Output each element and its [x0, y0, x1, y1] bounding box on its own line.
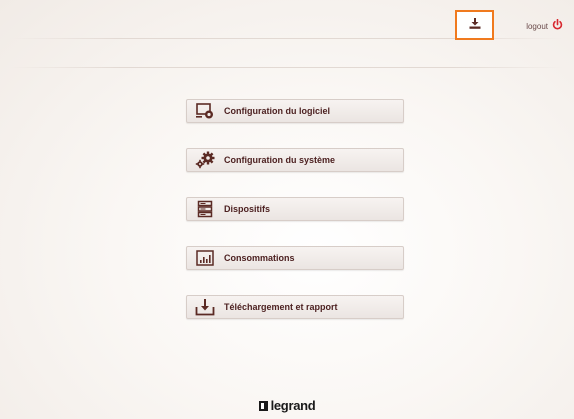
logout-link[interactable]: logout	[526, 17, 563, 35]
menu-item-label: Configuration du système	[224, 155, 336, 165]
download-report-icon	[194, 297, 216, 317]
legrand-logo: legrand	[0, 398, 574, 413]
download-button[interactable]	[455, 10, 494, 40]
header-divider	[10, 67, 564, 68]
menu-item-consumption[interactable]: Consommations	[186, 246, 404, 270]
menu-item-devices[interactable]: Dispositifs	[186, 197, 404, 221]
menu-item-software-config[interactable]: Configuration du logiciel	[186, 99, 404, 123]
download-icon	[469, 16, 481, 34]
legrand-logo-mark	[258, 400, 268, 411]
gears-icon	[194, 150, 216, 170]
menu-item-download-report[interactable]: Téléchargement et rapport	[186, 295, 404, 319]
menu-item-system-config[interactable]: Configuration du système	[186, 148, 404, 172]
devices-stack-icon	[194, 199, 216, 219]
main-menu: Configuration du logiciel Configuration …	[186, 99, 404, 344]
menu-item-label: Consommations	[224, 253, 295, 263]
software-config-icon	[194, 101, 216, 121]
legrand-logo-text: legrand	[270, 398, 316, 413]
chart-icon	[194, 248, 216, 268]
menu-item-label: Configuration du logiciel	[224, 106, 330, 116]
logout-label: logout	[526, 21, 548, 31]
menu-item-label: Dispositifs	[224, 204, 271, 214]
home-screen: logout Configuration du logiciel Configu…	[0, 0, 574, 419]
menu-item-label: Téléchargement et rapport	[224, 302, 338, 312]
power-icon	[552, 17, 563, 35]
